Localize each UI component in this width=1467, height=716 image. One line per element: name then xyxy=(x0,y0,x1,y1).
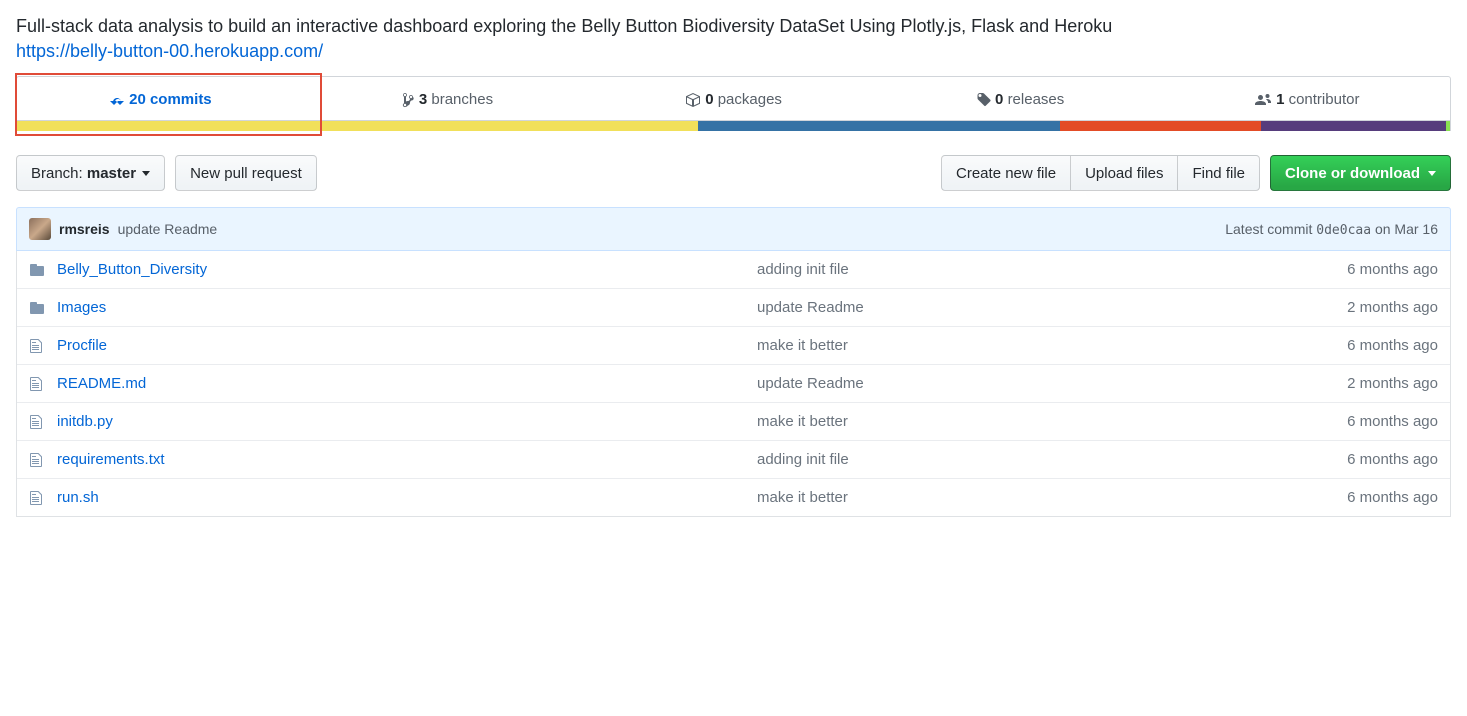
file-icon xyxy=(29,376,57,392)
repo-description: Full-stack data analysis to build an int… xyxy=(16,16,1451,37)
latest-commit-label: Latest commit xyxy=(1225,221,1312,237)
branches-count: 3 xyxy=(419,91,427,108)
folder-icon xyxy=(29,300,57,316)
find-file-button[interactable]: Find file xyxy=(1177,155,1260,191)
branch-prefix-label: Branch: xyxy=(31,165,83,182)
commit-author-link[interactable]: rmsreis xyxy=(59,221,110,237)
people-icon xyxy=(1254,92,1272,108)
commit-sha-link[interactable]: 0de0caa xyxy=(1316,223,1371,238)
folder-icon xyxy=(29,262,57,278)
file-name-link[interactable]: README.md xyxy=(57,375,146,392)
file-commit-message[interactable]: adding init file xyxy=(757,451,1278,468)
file-age: 2 months ago xyxy=(1278,299,1438,316)
history-icon xyxy=(109,92,125,108)
table-row: Belly_Button_Diversity adding init file6 … xyxy=(17,251,1450,288)
language-breakdown-bar[interactable] xyxy=(16,121,1451,131)
file-commit-message[interactable]: make it better xyxy=(757,413,1278,430)
file-commit-message[interactable]: make it better xyxy=(757,489,1278,506)
file-name-link[interactable]: requirements.txt xyxy=(57,451,165,468)
table-row: Procfile make it better6 months ago xyxy=(17,326,1450,364)
language-segment[interactable] xyxy=(1060,121,1261,131)
clone-button-label: Clone or download xyxy=(1285,165,1420,182)
new-pull-request-button[interactable]: New pull request xyxy=(175,155,317,191)
file-age: 6 months ago xyxy=(1278,261,1438,278)
file-name-link[interactable]: run.sh xyxy=(57,489,99,506)
file-name-link[interactable]: Procfile xyxy=(57,337,107,354)
file-age: 6 months ago xyxy=(1278,451,1438,468)
table-row: initdb.py make it better6 months ago xyxy=(17,402,1450,440)
latest-commit-bar: rmsreis update Readme Latest commit 0de0… xyxy=(16,207,1451,251)
commit-date: on Mar 16 xyxy=(1375,221,1438,237)
commits-label: commits xyxy=(150,91,212,108)
commits-count: 20 xyxy=(129,91,146,108)
file-listing: Belly_Button_Diversityadding init file6 … xyxy=(16,251,1451,517)
table-row: README.md update Readme2 months ago xyxy=(17,364,1450,402)
packages-count: 0 xyxy=(705,91,713,108)
file-commit-message[interactable]: update Readme xyxy=(757,299,1278,316)
file-name-link[interactable]: Belly_Button_Diversity xyxy=(57,261,207,278)
contributors-label: contributor xyxy=(1289,91,1360,108)
caret-down-icon xyxy=(1428,171,1436,176)
releases-tab[interactable]: 0 releases xyxy=(877,77,1164,120)
table-row: Images update Readme2 months ago xyxy=(17,288,1450,326)
branches-label: branches xyxy=(431,91,493,108)
repo-website-link[interactable]: https://belly-button-00.herokuapp.com/ xyxy=(16,41,323,62)
file-icon xyxy=(29,452,57,468)
commit-message-link[interactable]: update Readme xyxy=(118,221,218,237)
clone-download-button[interactable]: Clone or download xyxy=(1270,155,1451,191)
branch-icon xyxy=(401,92,415,108)
upload-files-button[interactable]: Upload files xyxy=(1070,155,1178,191)
tag-icon xyxy=(976,92,991,108)
caret-down-icon xyxy=(142,171,150,176)
releases-label: releases xyxy=(1008,91,1065,108)
file-icon xyxy=(29,490,57,506)
file-name-link[interactable]: initdb.py xyxy=(57,413,113,430)
packages-tab[interactable]: 0 packages xyxy=(590,77,877,120)
file-actions-group: Create new file Upload files Find file xyxy=(941,155,1260,191)
language-segment[interactable] xyxy=(1446,121,1450,131)
table-row: run.sh make it better6 months ago xyxy=(17,478,1450,516)
file-name-link[interactable]: Images xyxy=(57,299,106,316)
file-age: 6 months ago xyxy=(1278,337,1438,354)
contributors-count: 1 xyxy=(1276,91,1284,108)
repo-summary-bar: 20 commits 3 branches 0 packages 0 relea… xyxy=(16,76,1451,131)
create-new-file-button[interactable]: Create new file xyxy=(941,155,1071,191)
file-age: 6 months ago xyxy=(1278,413,1438,430)
contributors-tab[interactable]: 1 contributor xyxy=(1163,77,1450,120)
file-commit-message[interactable]: update Readme xyxy=(757,375,1278,392)
branches-tab[interactable]: 3 branches xyxy=(304,77,591,120)
file-commit-message[interactable]: adding init file xyxy=(757,261,1278,278)
language-segment[interactable] xyxy=(17,121,698,131)
language-segment[interactable] xyxy=(698,121,1061,131)
table-row: requirements.txt adding init file6 months… xyxy=(17,440,1450,478)
file-age: 2 months ago xyxy=(1278,375,1438,392)
file-age: 6 months ago xyxy=(1278,489,1438,506)
branch-name: master xyxy=(87,165,136,182)
package-icon xyxy=(685,92,701,108)
file-icon xyxy=(29,338,57,354)
branch-select-button[interactable]: Branch: master xyxy=(16,155,165,191)
file-commit-message[interactable]: make it better xyxy=(757,337,1278,354)
file-nav-toolbar: Branch: master New pull request Create n… xyxy=(16,155,1451,191)
releases-count: 0 xyxy=(995,91,1003,108)
avatar[interactable] xyxy=(29,218,51,240)
commits-tab[interactable]: 20 commits xyxy=(17,77,304,120)
language-segment[interactable] xyxy=(1261,121,1446,131)
file-icon xyxy=(29,414,57,430)
packages-label: packages xyxy=(718,91,782,108)
